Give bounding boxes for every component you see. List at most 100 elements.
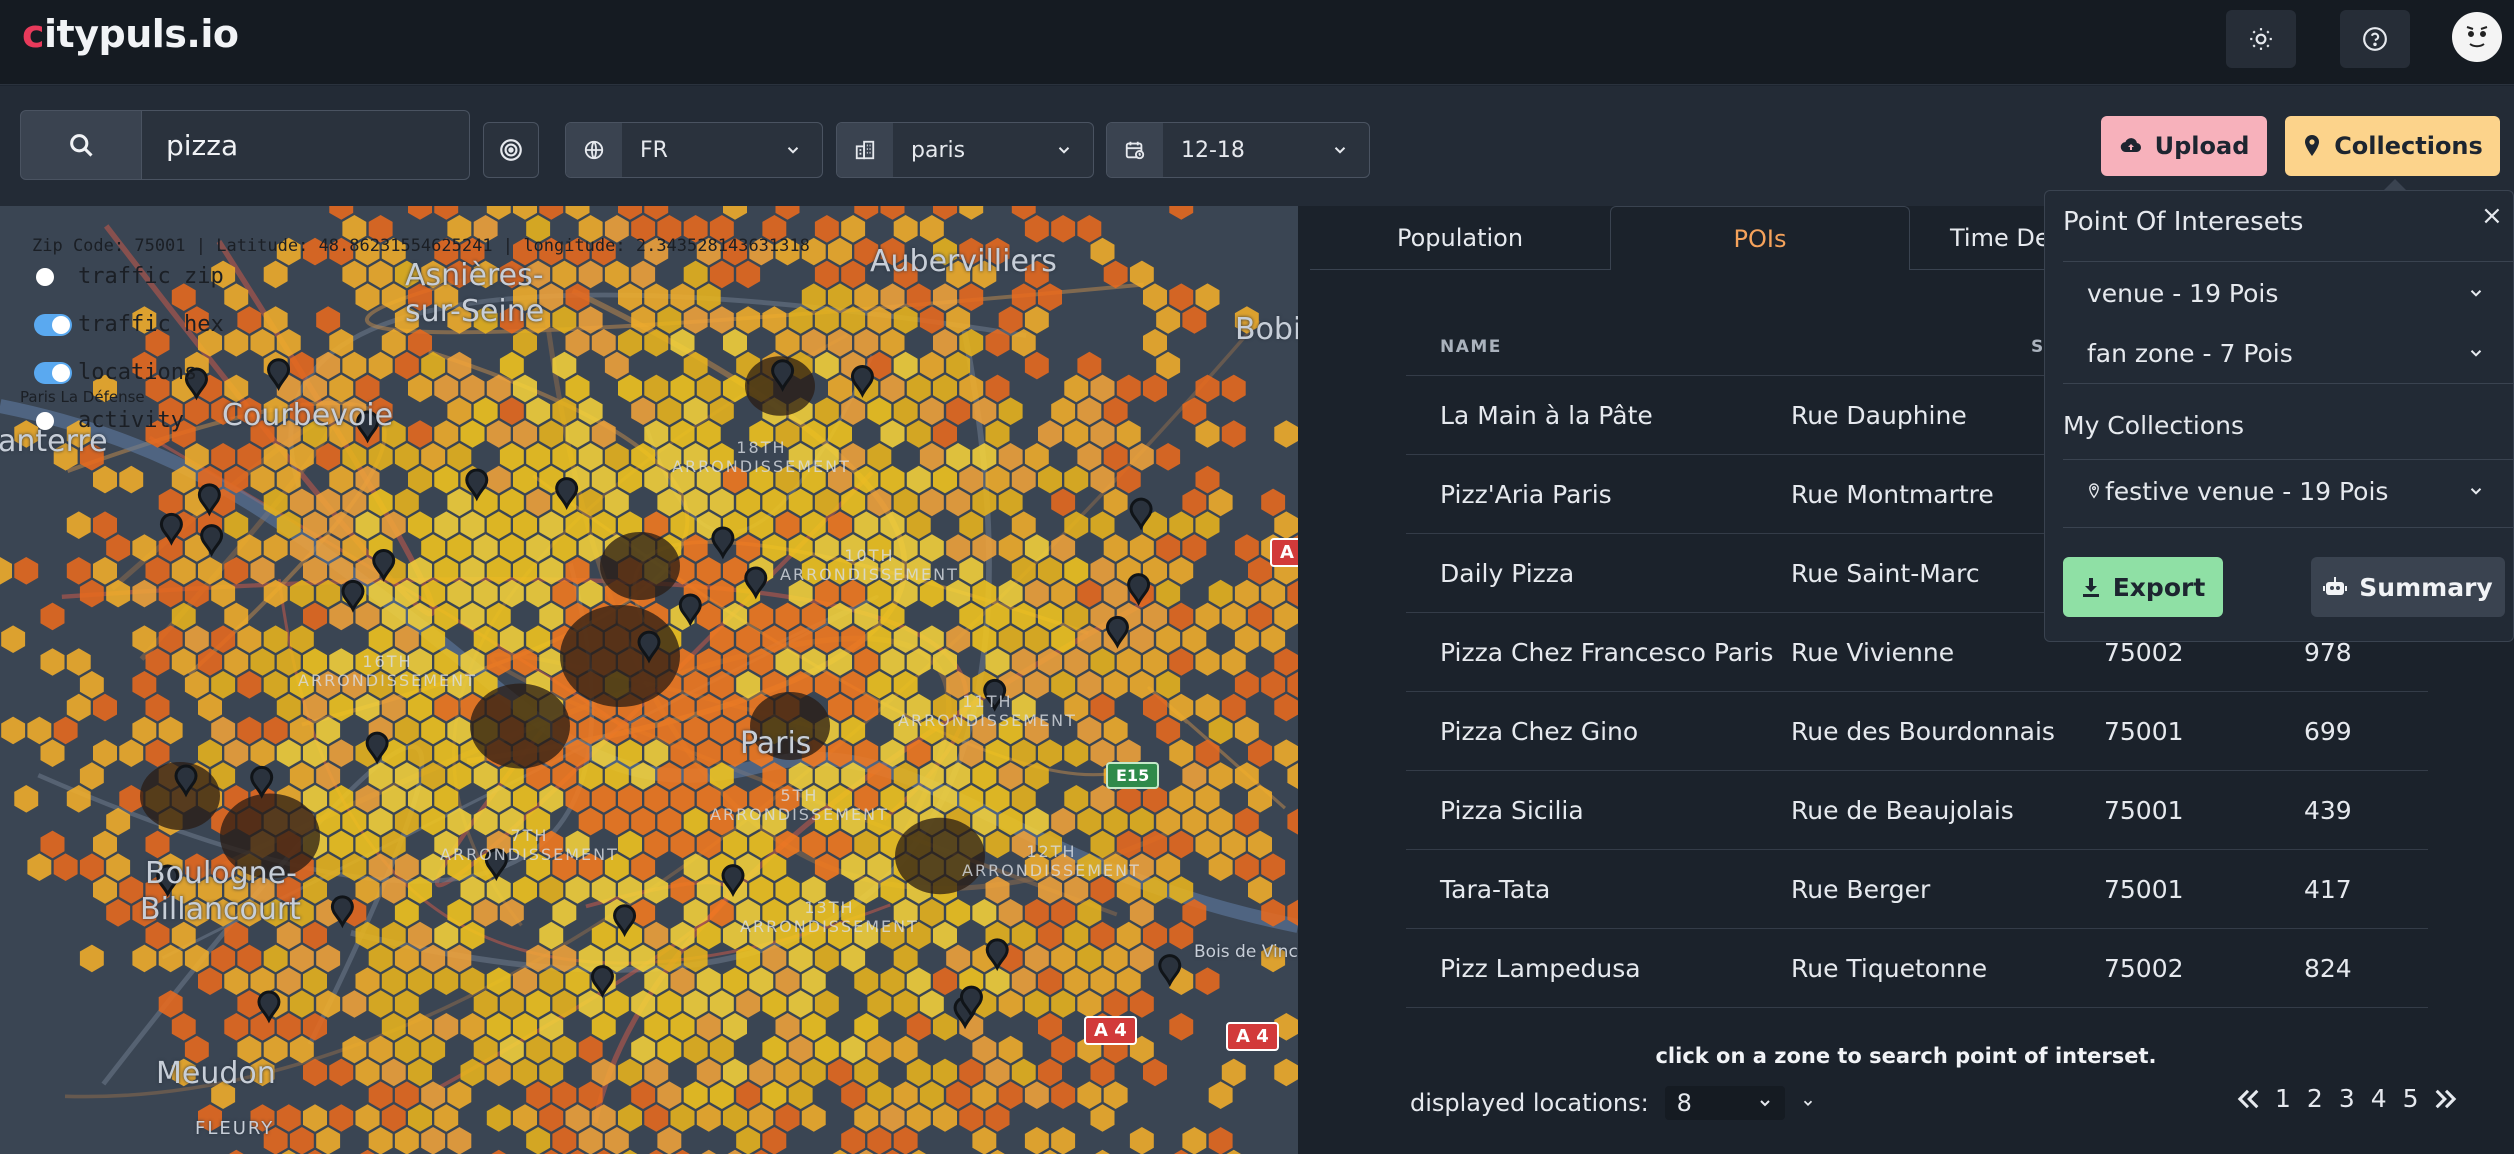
page-2[interactable]: 2 <box>2304 1084 2326 1113</box>
search-button[interactable] <box>20 110 142 180</box>
page-1[interactable]: 1 <box>2272 1084 2294 1113</box>
hex-cell <box>408 1058 432 1087</box>
hex-cell <box>1090 693 1115 722</box>
layer-toggle-traffic-zip[interactable]: traffic zip <box>34 264 224 289</box>
layer-toggle-locations[interactable]: locations <box>34 360 197 385</box>
hex-cell <box>198 557 222 585</box>
upload-button[interactable]: Upload <box>2101 116 2267 176</box>
header-name[interactable]: NAME <box>1406 337 1791 357</box>
hex-cell <box>565 329 590 357</box>
road-badge-e15: E15 <box>1106 762 1160 789</box>
chevrons-right-icon[interactable] <box>2432 1085 2460 1113</box>
hex-cell <box>368 351 393 380</box>
map-label-aubervilliers: Aubervilliers <box>870 244 1057 279</box>
hex-cell <box>919 899 944 927</box>
hex-cell <box>1169 693 1194 722</box>
help-button[interactable] <box>2340 10 2410 68</box>
hex-cell <box>486 1013 511 1041</box>
hex-cell <box>1090 1104 1115 1132</box>
location-pin[interactable] <box>341 579 365 613</box>
toggle-switch[interactable] <box>34 361 72 384</box>
hex-cell <box>683 1035 708 1064</box>
hex-cell <box>526 625 551 653</box>
hex-cell <box>447 534 472 562</box>
table-row[interactable]: Pizza Chez Gino Rue des Bourdonnais 75001 6… <box>1406 692 2428 771</box>
hex-cell <box>145 557 170 585</box>
hex-cell <box>198 739 222 767</box>
chevrons-left-icon[interactable] <box>2234 1085 2262 1113</box>
map-canvas[interactable]: Asnières- sur-Seine Courbevoie anterre A… <box>0 206 1298 1154</box>
avatar[interactable] <box>2452 12 2502 62</box>
hex-cell <box>1287 808 1298 835</box>
country-select[interactable]: FR <box>565 122 823 178</box>
layer-toggle-activity[interactable]: activity <box>34 408 184 433</box>
hex-cell <box>1011 921 1036 950</box>
hex-cell <box>841 625 866 653</box>
hex-cell <box>762 1035 787 1064</box>
hex-cell <box>670 876 695 904</box>
tab-population[interactable]: Population <box>1310 206 1610 270</box>
summary-button[interactable]: Summary <box>2311 557 2505 617</box>
hex-cell <box>408 967 432 995</box>
toggle-switch[interactable] <box>34 410 72 432</box>
hex-cell <box>841 260 866 289</box>
city-select[interactable]: paris <box>836 122 1094 178</box>
hex-cell <box>1 716 26 745</box>
hex-cell <box>79 944 104 973</box>
toggle-switch[interactable] <box>34 313 72 336</box>
map-label-sur-seine: sur-Seine <box>405 294 545 329</box>
table-row[interactable]: Tara-Tata Rue Berger 75001 417 <box>1406 850 2428 929</box>
hex-cell <box>736 1081 761 1109</box>
hex-cell <box>959 374 984 403</box>
hex-cell <box>788 1035 813 1064</box>
table-row[interactable]: Pizz Lampedusa Rue Tiquetonne 75002 824 <box>1406 929 2428 1008</box>
theme-toggle-button[interactable] <box>2226 10 2296 68</box>
hex-cell <box>289 625 314 653</box>
hex-cell <box>79 762 104 790</box>
layer-toggle-traffic-hex[interactable]: traffic hex <box>34 312 224 337</box>
hex-cell <box>854 206 879 220</box>
hex-cell <box>1038 921 1062 950</box>
hex-cell <box>539 420 564 448</box>
hex-cell <box>893 215 918 243</box>
hex-cell <box>933 648 957 676</box>
page-5[interactable]: 5 <box>2400 1084 2422 1113</box>
my-collection-festive-venue[interactable]: festive venue - 19 Pois <box>2063 463 2513 519</box>
location-pin[interactable] <box>711 526 735 560</box>
hex-cell <box>355 283 380 311</box>
page-size-select[interactable]: 8 <box>1664 1086 1785 1120</box>
hex-cell <box>1051 1127 1076 1154</box>
tab-pois[interactable]: POIs <box>1610 206 1910 270</box>
hex-cell <box>801 1104 826 1132</box>
hex-cell <box>814 351 839 380</box>
poi-set-venue[interactable]: venue - 19 Pois <box>2063 265 2513 321</box>
hex-cell <box>1024 762 1049 790</box>
hex-cell <box>1261 488 1286 517</box>
table-row[interactable]: Pizza Sicilia Rue de Beaujolais 75001 439 <box>1406 771 2428 850</box>
hex-cell <box>1143 283 1167 311</box>
hex-cell <box>880 420 905 448</box>
export-button[interactable]: Export <box>2063 557 2223 617</box>
toggle-switch[interactable] <box>34 266 72 288</box>
divider <box>2063 383 2513 384</box>
hex-cell <box>1064 967 1089 995</box>
page-3[interactable]: 3 <box>2336 1084 2358 1113</box>
locate-button[interactable] <box>483 122 539 178</box>
hex-cell <box>1129 899 1154 927</box>
hex-cell <box>814 671 839 699</box>
close-icon[interactable]: × <box>2481 201 2503 231</box>
collections-button[interactable]: Collections <box>2285 116 2500 176</box>
hex-cell <box>473 899 498 927</box>
hex-cell <box>683 534 708 562</box>
hex-cell <box>211 443 236 471</box>
poi-set-fan-zone[interactable]: fan zone - 7 Pois <box>2063 325 2513 381</box>
hex-cell <box>906 967 931 995</box>
hex-cell <box>1248 785 1272 813</box>
app-logo[interactable]: citypuls.io <box>22 12 239 56</box>
hex-cell <box>1143 1058 1167 1087</box>
hex-cell <box>644 1104 669 1132</box>
hex-cell <box>919 443 944 471</box>
page-4[interactable]: 4 <box>2368 1084 2390 1113</box>
search-input[interactable] <box>142 110 470 180</box>
time-select[interactable]: 12-18 <box>1106 122 1370 178</box>
